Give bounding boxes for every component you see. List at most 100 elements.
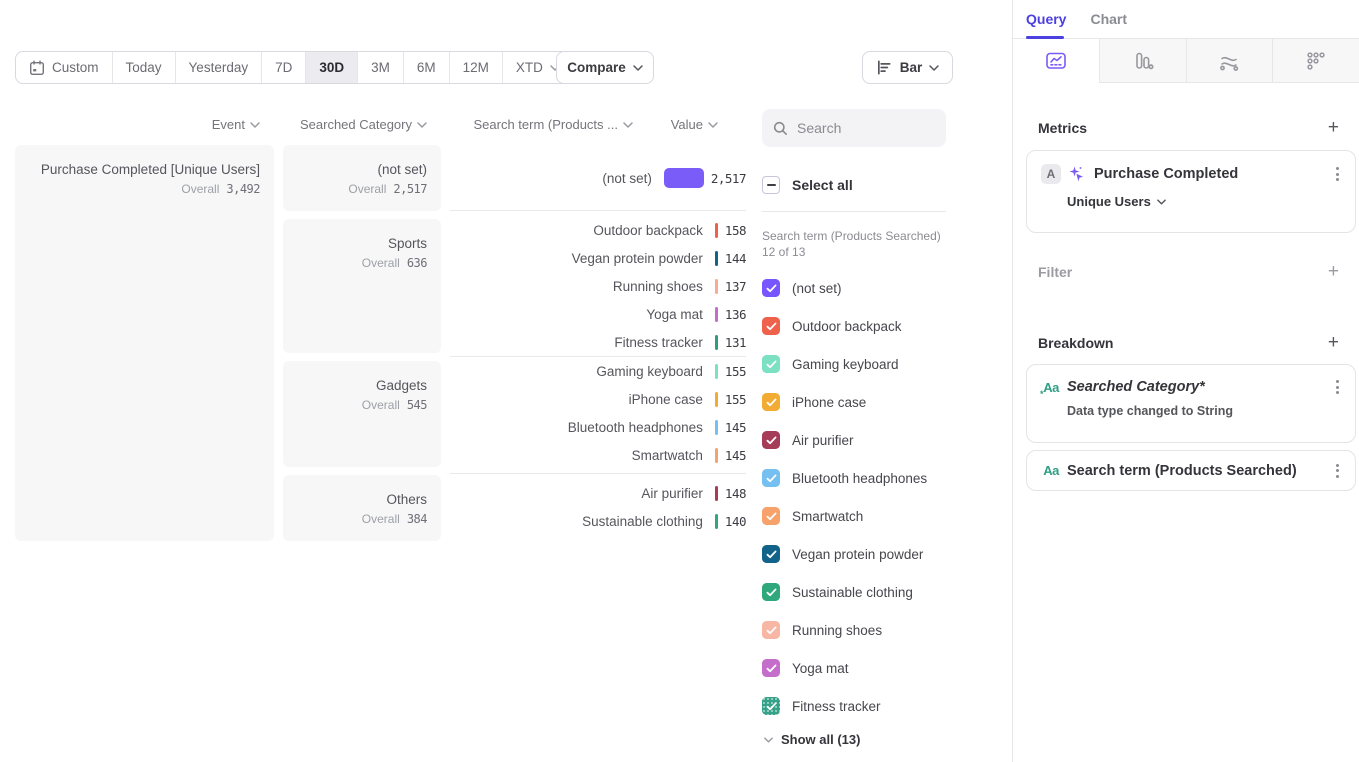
legend-item-label: Bluetooth headphones (792, 471, 927, 486)
category-name: Others (293, 491, 427, 509)
add-breakdown-icon[interactable]: + (1328, 333, 1339, 352)
report-tab-retention[interactable] (1273, 39, 1359, 83)
date-range-6m[interactable]: 6M (403, 52, 449, 83)
compare-button[interactable]: Compare (556, 51, 654, 84)
series-checkbox[interactable] (762, 469, 780, 487)
category-cell[interactable]: GadgetsOverall545 (283, 361, 441, 467)
legend-item[interactable]: (not set) (762, 269, 946, 307)
select-all-row[interactable]: Select all (762, 175, 853, 195)
column-header-search-term[interactable]: Search term (Products ... (474, 117, 634, 132)
legend-item[interactable]: Vegan protein powder (762, 535, 946, 573)
value-bar (664, 168, 704, 188)
tab-chart[interactable]: Chart (1090, 11, 1127, 27)
event-sparkle-icon (1067, 165, 1085, 183)
bar-row[interactable]: Sustainable clothing140 (450, 507, 746, 535)
select-all-checkbox[interactable] (762, 176, 780, 194)
divider (762, 211, 946, 212)
legend-item[interactable]: Bluetooth headphones (762, 459, 946, 497)
retention-icon (1305, 50, 1327, 72)
series-checkbox[interactable] (762, 317, 780, 335)
category-cell[interactable]: OthersOverall384 (283, 475, 441, 541)
bar-row[interactable]: (not set)2,517 (450, 164, 746, 192)
add-filter-icon[interactable]: + (1328, 262, 1339, 281)
series-checkbox[interactable] (762, 507, 780, 525)
column-header-event[interactable]: Event (212, 117, 260, 132)
legend-item[interactable]: Smartwatch (762, 497, 946, 535)
category-overall: Overall636 (293, 256, 427, 270)
value-bar (715, 335, 718, 350)
category-name: (not set) (293, 161, 427, 179)
add-metric-icon[interactable]: + (1328, 118, 1339, 137)
category-overall: Overall545 (293, 398, 427, 412)
date-range-custom[interactable]: Custom (16, 52, 112, 83)
legend-item-label: Air purifier (792, 433, 854, 448)
bar-row[interactable]: iPhone case155 (450, 385, 746, 413)
bar-row-label: Sustainable clothing (450, 514, 715, 529)
date-range-7d[interactable]: 7D (261, 52, 305, 83)
value-bar (715, 364, 718, 379)
series-checkbox[interactable] (762, 621, 780, 639)
date-range-3m[interactable]: 3M (357, 52, 403, 83)
date-range-today[interactable]: Today (112, 52, 175, 83)
aggregation-selector[interactable]: Unique Users (1067, 194, 1341, 209)
search-icon (773, 121, 788, 136)
breakdown-card[interactable]: Aa* Searched Category* Data type changed… (1026, 364, 1356, 443)
legend-item[interactable]: Yoga mat (762, 649, 946, 687)
report-tab-insights-chart[interactable] (1013, 39, 1100, 83)
legend-item[interactable]: Sustainable clothing (762, 573, 946, 611)
series-checkbox[interactable] (762, 431, 780, 449)
bar-row[interactable]: Air purifier148 (450, 479, 746, 507)
chevron-down-icon (623, 122, 633, 128)
legend-item-label: (not set) (792, 281, 842, 296)
analytics-insights-report: CustomTodayYesterday7D30D3M6M12MXTD Comp… (0, 0, 1359, 762)
series-checkbox[interactable] (762, 659, 780, 677)
kebab-menu-icon[interactable] (1334, 165, 1341, 183)
series-checkbox[interactable] (762, 279, 780, 297)
event-overall: Overall3,492 (25, 182, 260, 196)
legend-item-label: Gaming keyboard (792, 357, 899, 372)
date-range-12m[interactable]: 12M (449, 52, 502, 83)
calendar-icon (29, 60, 45, 76)
legend-item[interactable]: Fitness tracker (762, 687, 946, 725)
category-cell[interactable]: SportsOverall636 (283, 219, 441, 353)
bar-row[interactable]: Vegan protein powder144 (450, 244, 746, 272)
legend-item[interactable]: Running shoes (762, 611, 946, 649)
kebab-menu-icon[interactable] (1334, 378, 1341, 396)
bar-row[interactable]: Gaming keyboard155 (450, 357, 746, 385)
series-checkbox[interactable] (762, 697, 780, 715)
bar-row[interactable]: Outdoor backpack158 (450, 216, 746, 244)
bar-row[interactable]: Running shoes137 (450, 272, 746, 300)
bar-row-value: 144 (725, 251, 746, 266)
metric-card[interactable]: A Purchase Completed Unique Users (1026, 150, 1356, 233)
report-tab-funnels[interactable] (1100, 39, 1187, 83)
bar-row[interactable]: Bluetooth headphones145 (450, 413, 746, 441)
bar-row-label: Outdoor backpack (450, 223, 715, 238)
bar-row[interactable]: Fitness tracker131 (450, 328, 746, 356)
tab-query[interactable]: Query (1026, 11, 1066, 27)
legend-search[interactable] (762, 109, 946, 147)
legend-item[interactable]: Air purifier (762, 421, 946, 459)
legend-item[interactable]: Outdoor backpack (762, 307, 946, 345)
legend-item[interactable]: Gaming keyboard (762, 345, 946, 383)
column-header-searched-category[interactable]: Searched Category (300, 117, 427, 132)
show-all-button[interactable]: Show all (13) (764, 732, 860, 747)
query-panel-tabs: Query Chart (1013, 0, 1359, 39)
report-tab-flows[interactable] (1187, 39, 1274, 83)
breakdown-card[interactable]: Aa Search term (Products Searched) (1026, 450, 1356, 491)
column-header-value[interactable]: Value (671, 117, 718, 132)
metrics-heading: Metrics (1038, 120, 1087, 136)
kebab-menu-icon[interactable] (1334, 462, 1341, 480)
series-checkbox[interactable] (762, 583, 780, 601)
bar-row[interactable]: Smartwatch145 (450, 441, 746, 469)
event-cell[interactable]: Purchase Completed [Unique Users] Overal… (15, 145, 274, 541)
series-checkbox[interactable] (762, 355, 780, 373)
date-range-yesterday[interactable]: Yesterday (175, 52, 262, 83)
series-checkbox[interactable] (762, 545, 780, 563)
series-checkbox[interactable] (762, 393, 780, 411)
category-cell[interactable]: (not set)Overall2,517 (283, 145, 441, 211)
legend-item[interactable]: iPhone case (762, 383, 946, 421)
bar-row[interactable]: Yoga mat136 (450, 300, 746, 328)
bar-row-value: 145 (725, 448, 746, 463)
date-range-30d[interactable]: 30D (305, 52, 357, 83)
search-input[interactable] (797, 120, 935, 136)
